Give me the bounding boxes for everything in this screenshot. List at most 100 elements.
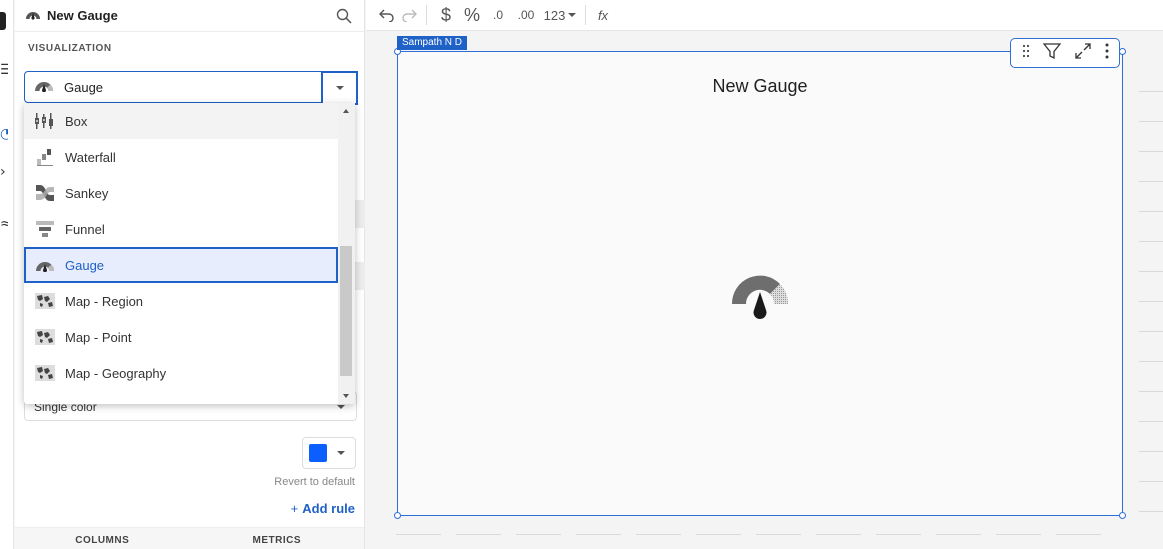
panel-background-strip: [355, 262, 365, 290]
rail-menu-icon[interactable]: ☰: [0, 62, 8, 78]
canvas-gridline: [396, 534, 441, 535]
revert-to-default-link[interactable]: Revert to default: [274, 476, 355, 488]
box-plot-icon: [35, 111, 55, 131]
funnel-chart-icon: [35, 219, 55, 239]
canvas-gridline: [936, 534, 981, 535]
currency-format-button[interactable]: $: [433, 3, 459, 27]
canvas-gridline: [1139, 481, 1163, 482]
color-swatch: [309, 444, 327, 462]
panel-title: New Gauge: [47, 8, 118, 23]
canvas-gridline: [576, 534, 621, 535]
format-toolbar: $ % .0 .00 123 fx: [366, 0, 1163, 31]
dropdown-item-map-geography[interactable]: Map - Geography: [24, 355, 338, 391]
canvas-gridline: [1056, 534, 1101, 535]
gauge-icon: [25, 7, 41, 25]
percent-format-button[interactable]: %: [459, 3, 485, 27]
dropdown-item-funnel[interactable]: Funnel: [24, 211, 338, 247]
canvas-gridline: [1139, 511, 1163, 512]
formula-button[interactable]: fx: [592, 3, 614, 27]
canvas-gridline: [816, 534, 861, 535]
add-rule-label: Add rule: [302, 501, 355, 516]
canvas-gridline: [696, 534, 741, 535]
dropdown-item-label: Map - Region: [65, 293, 144, 309]
map-icon: [35, 363, 55, 383]
dropdown-item-label: Funnel: [65, 221, 105, 237]
canvas-gridline: [1139, 391, 1163, 392]
redo-icon[interactable]: [398, 3, 420, 27]
toolbar-divider: [585, 5, 586, 25]
scroll-down-icon[interactable]: [343, 394, 349, 398]
map-icon: [35, 291, 55, 311]
scroll-up-icon[interactable]: [343, 109, 349, 113]
rail-tools-icon[interactable]: ≈: [0, 216, 8, 232]
number-format-label: 123: [543, 7, 566, 23]
canvas-gridline: [636, 534, 681, 535]
visualization-section-label: VISUALIZATION: [28, 43, 112, 54]
visualization-select-toggle[interactable]: [321, 71, 358, 105]
canvas-gridline: [516, 534, 561, 535]
tab-metrics[interactable]: METRICS: [190, 528, 365, 549]
waterfall-chart-icon: [35, 147, 55, 167]
visualization-select[interactable]: Gauge: [24, 71, 358, 105]
add-rule-button[interactable]: + Add rule: [291, 501, 355, 516]
tile-title: New Gauge: [712, 76, 808, 96]
dropdown-item-label: Box: [65, 113, 88, 129]
canvas-gridline: [1139, 271, 1163, 272]
tab-columns[interactable]: COLUMNS: [15, 528, 190, 549]
canvas-gridline: [1139, 91, 1163, 92]
rail-code-icon[interactable]: ›: [0, 164, 8, 180]
rail-chart-icon[interactable]: ◔: [0, 126, 8, 142]
resize-handle[interactable]: [1119, 512, 1126, 519]
gauge-icon: [34, 78, 54, 97]
increase-decimals-button[interactable]: .00: [511, 3, 541, 27]
chevron-down-icon: [568, 13, 577, 17]
more-options-icon[interactable]: [1105, 43, 1109, 64]
dropdown-item-map-region[interactable]: Map - Region: [24, 283, 338, 319]
sankey-chart-icon: [35, 183, 55, 203]
decrease-decimals-button[interactable]: .0: [485, 3, 511, 27]
number-format-button[interactable]: 123: [541, 3, 579, 27]
dropdown-item-label: Waterfall: [65, 149, 116, 165]
tile-toolbar: [1010, 38, 1120, 68]
dropdown-item-sankey[interactable]: Sankey: [24, 175, 338, 211]
dropdown-scrollbar[interactable]: [338, 103, 355, 404]
dropdown-item-gauge[interactable]: Gauge: [24, 247, 338, 283]
drag-handle-icon[interactable]: [1022, 44, 1030, 63]
panel-background-strip: [355, 200, 365, 228]
canvas-gridline: [876, 534, 921, 535]
canvas-gridline: [1139, 421, 1163, 422]
dropdown-item-label: Sankey: [65, 185, 109, 201]
canvas-gridline: [1139, 121, 1163, 122]
dropdown-item-box[interactable]: Box: [24, 103, 338, 139]
canvas-gridline: [1139, 451, 1163, 452]
dropdown-item-label: Map - Geography: [65, 365, 167, 381]
panel-header: New Gauge: [15, 0, 364, 32]
color-swatch-button[interactable]: [302, 437, 356, 469]
visualization-dropdown-list: Box Waterfall Sankey Funnel Gauge Map - …: [24, 103, 355, 404]
visualization-select-value: Gauge: [64, 79, 104, 95]
dropdown-item-label: Map - Point: [65, 329, 132, 345]
canvas-gridline: [996, 534, 1041, 535]
left-rail: ☰ ◔ › ≈: [0, 0, 14, 549]
dropdown-item-waterfall[interactable]: Waterfall: [24, 139, 338, 175]
resize-handle[interactable]: [1119, 48, 1126, 55]
search-icon[interactable]: [334, 6, 354, 26]
canvas-gridline: [1139, 241, 1163, 242]
map-icon: [35, 327, 55, 347]
scrollbar-thumb[interactable]: [340, 246, 352, 376]
canvas-gridline: [1139, 331, 1163, 332]
resize-handle[interactable]: [394, 512, 401, 519]
chevron-down-icon: [337, 451, 345, 455]
canvas-gridline: [756, 534, 801, 535]
rail-logo: [0, 12, 6, 30]
chevron-down-icon: [335, 86, 344, 90]
tile-owner-tag: Sampath N D: [397, 36, 468, 50]
expand-icon[interactable]: [1074, 42, 1092, 65]
toolbar-divider: [426, 5, 427, 25]
filter-icon[interactable]: [1042, 42, 1061, 65]
dropdown-item-map-point[interactable]: Map - Point: [24, 319, 338, 355]
canvas-gridline: [1139, 181, 1163, 182]
undo-icon[interactable]: [376, 3, 398, 27]
add-rule-plus: +: [290, 501, 299, 516]
canvas-gridline: [1139, 151, 1163, 152]
